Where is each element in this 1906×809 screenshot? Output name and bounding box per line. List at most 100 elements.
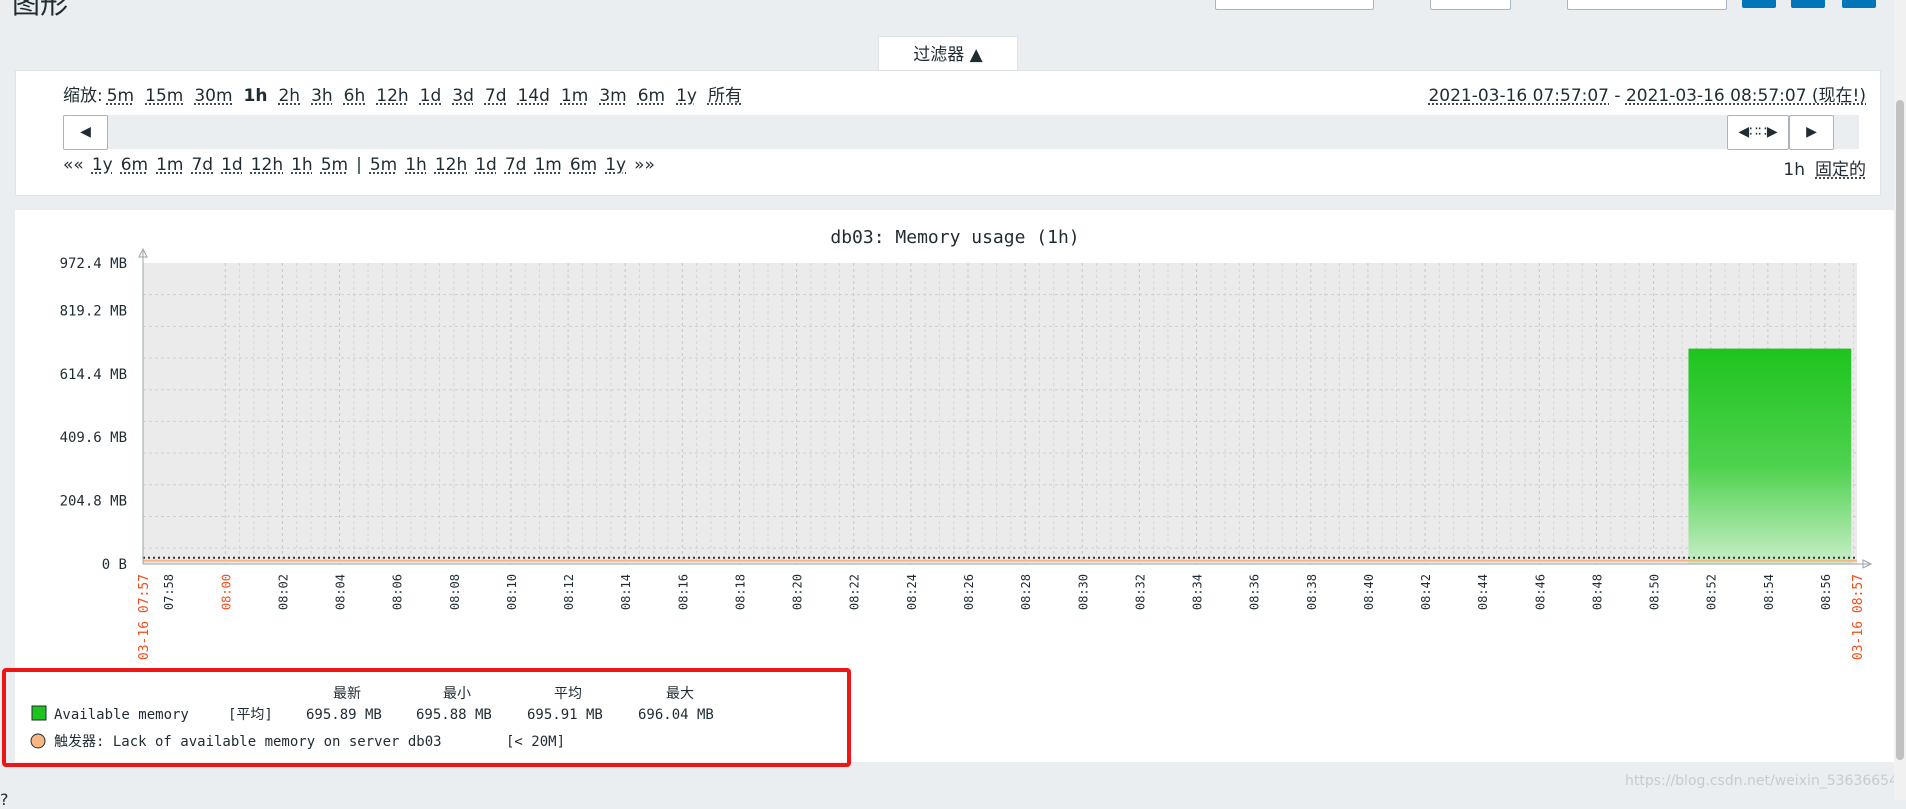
x-tick-label-18: 08:34: [1191, 574, 1205, 610]
period-row: 1h 固定的: [1783, 155, 1866, 180]
range-separator: -: [1609, 86, 1626, 106]
shift-forward-option-4[interactable]: 7d: [505, 155, 527, 175]
shift-back-option-6[interactable]: 1h: [291, 155, 313, 175]
zoom-out-handle-icon: ◀∷∷▶: [1738, 124, 1778, 140]
period-value: 1h: [1783, 160, 1805, 180]
shift-back-option-1[interactable]: 6m: [121, 155, 148, 175]
x-tick-label-8: 08:14: [619, 574, 633, 610]
page-scrollbar-thumb[interactable]: [1896, 100, 1904, 760]
range-from[interactable]: 2021-03-16 07:57:07: [1428, 86, 1609, 106]
shift-back-option-4[interactable]: 1d: [221, 155, 243, 175]
shift-forward-option-1[interactable]: 1h: [405, 155, 427, 175]
time-slider[interactable]: [63, 115, 1859, 149]
x-tick-label-27: 08:52: [1705, 574, 1719, 610]
shift-forward-option-6[interactable]: 6m: [570, 155, 597, 175]
shift-back-option-5[interactable]: 12h: [251, 155, 283, 175]
shift-back-marker: ««: [63, 155, 84, 175]
zoom-option-2[interactable]: 30m: [194, 86, 232, 106]
shift-row: «« 1y 6m 1m 7d 1d 12h 1h 5m | 5m 1h 12h 1d 7d 1m 6m 1y »»: [63, 155, 655, 175]
shift-back-option-0[interactable]: 1y: [92, 155, 113, 175]
series-area-0: [1688, 348, 1852, 564]
zoom-option-1[interactable]: 15m: [145, 86, 183, 106]
x-start-label: 03-16 07:57: [137, 574, 152, 660]
shift-forward-marker: »»: [634, 155, 655, 175]
scroll-right-button[interactable]: ▶: [1789, 115, 1834, 150]
x-tick-label-14: 08:26: [962, 574, 976, 610]
zoom-option-4[interactable]: 2h: [278, 86, 300, 106]
zoom-option-7[interactable]: 12h: [376, 86, 408, 106]
header-select[interactable]: [1430, 0, 1511, 10]
x-tick-label-24: 08:46: [1533, 574, 1547, 610]
shift-divider: |: [356, 155, 362, 175]
header-button-2[interactable]: [1791, 0, 1825, 8]
y-tick-label-1: 819.2 MB: [60, 303, 127, 319]
shift-forward-option-2[interactable]: 12h: [435, 155, 467, 175]
y-tick-label-0: 972.4 MB: [60, 256, 127, 272]
shift-forward-option-3[interactable]: 1d: [475, 155, 497, 175]
time-range: 2021-03-16 07:57:07 - 2021-03-16 08:57:0…: [1428, 81, 1866, 106]
shift-back-option-3[interactable]: 7d: [191, 155, 213, 175]
x-tick-label-25: 08:48: [1590, 574, 1604, 610]
shift-forward-option-5[interactable]: 1m: [534, 155, 561, 175]
x-tick-label-21: 08:40: [1362, 574, 1376, 610]
scroll-left-button[interactable]: ◀: [63, 115, 108, 150]
zoom-option-3[interactable]: 1h: [244, 86, 268, 106]
x-tick-label-0: 07:58: [162, 574, 176, 610]
x-tick-label-26: 08:50: [1648, 574, 1662, 610]
header-button-3[interactable]: [1842, 0, 1876, 8]
x-tick-label-1: 08:00: [219, 574, 233, 610]
zoom-label: 缩放:: [63, 86, 103, 106]
x-tick-label-15: 08:28: [1019, 574, 1033, 610]
chart-title: db03: Memory usage (1h): [830, 227, 1079, 248]
x-tick-label-11: 08:20: [791, 574, 805, 610]
legend-highlight-box: [2, 668, 851, 767]
header-button-1[interactable]: [1742, 0, 1776, 8]
shift-forward-option-0[interactable]: 5m: [370, 155, 397, 175]
page-title: 图形: [12, 0, 69, 20]
watermark: https://blog.csdn.net/weixin_53636654: [1624, 773, 1898, 789]
zoom-option-16[interactable]: 所有: [708, 86, 742, 106]
zoom-option-11[interactable]: 14d: [517, 86, 549, 106]
x-tick-label-10: 08:18: [733, 574, 747, 610]
y-tick-label-4: 204.8 MB: [60, 494, 127, 510]
zoom-option-6[interactable]: 6h: [344, 86, 366, 106]
zoom-option-14[interactable]: 6m: [638, 86, 665, 106]
x-tick-label-29: 08:56: [1819, 574, 1833, 610]
header-search-box[interactable]: [1215, 0, 1374, 10]
triangle-left-icon: ◀: [80, 124, 91, 140]
shift-forward-option-7[interactable]: 1y: [605, 155, 626, 175]
zoom-option-8[interactable]: 1d: [420, 86, 442, 106]
x-tick-label-9: 08:16: [676, 574, 690, 610]
filter-panel: 缩放: 5m 15m 30m 1h 2h 3h 6h 12h 1d 3d 7d 14d 1m 3m 6m 1y 所…: [15, 70, 1881, 196]
x-tick-label-20: 08:38: [1305, 574, 1319, 610]
x-tick-label-7: 08:12: [562, 574, 576, 610]
period-fixed-toggle[interactable]: 固定的: [1815, 160, 1866, 180]
zoom-out-handle[interactable]: ◀∷∷▶: [1727, 115, 1789, 150]
plot-area: [143, 263, 1857, 564]
x-tick-label-6: 08:10: [505, 574, 519, 610]
zoom-option-15[interactable]: 1y: [676, 86, 697, 106]
header-select-2[interactable]: [1567, 0, 1727, 10]
zoom-option-9[interactable]: 3d: [452, 86, 474, 106]
shift-back-option-2[interactable]: 1m: [156, 155, 183, 175]
zoom-option-13[interactable]: 3m: [599, 86, 626, 106]
range-to[interactable]: 2021-03-16 08:57:07 (现在!): [1626, 86, 1866, 106]
x-tick-label-12: 08:22: [848, 574, 862, 610]
zoom-option-12[interactable]: 1m: [561, 86, 588, 106]
zoom-row: 缩放: 5m 15m 30m 1h 2h 3h 6h 12h 1d 3d 7d 14d 1m 3m 6m 1y 所…: [63, 81, 753, 106]
shift-back-option-7[interactable]: 5m: [321, 155, 348, 175]
x-tick-label-28: 08:54: [1762, 574, 1776, 610]
zoom-option-0[interactable]: 5m: [107, 86, 134, 106]
x-tick-label-13: 08:24: [905, 574, 919, 610]
y-tick-label-2: 614.4 MB: [60, 367, 127, 383]
x-tick-label-19: 08:36: [1248, 574, 1262, 610]
y-tick-label-5: 0 B: [102, 557, 127, 573]
x-tick-label-17: 08:32: [1133, 574, 1147, 610]
zoom-option-10[interactable]: 7d: [485, 86, 507, 106]
x-tick-label-16: 08:30: [1076, 574, 1090, 610]
x-tick-label-3: 08:04: [334, 574, 348, 610]
filter-tab[interactable]: 过滤器 ▲: [878, 36, 1018, 72]
x-tick-label-22: 08:42: [1419, 574, 1433, 610]
x-tick-label-4: 08:06: [391, 574, 405, 610]
zoom-option-5[interactable]: 3h: [311, 86, 333, 106]
